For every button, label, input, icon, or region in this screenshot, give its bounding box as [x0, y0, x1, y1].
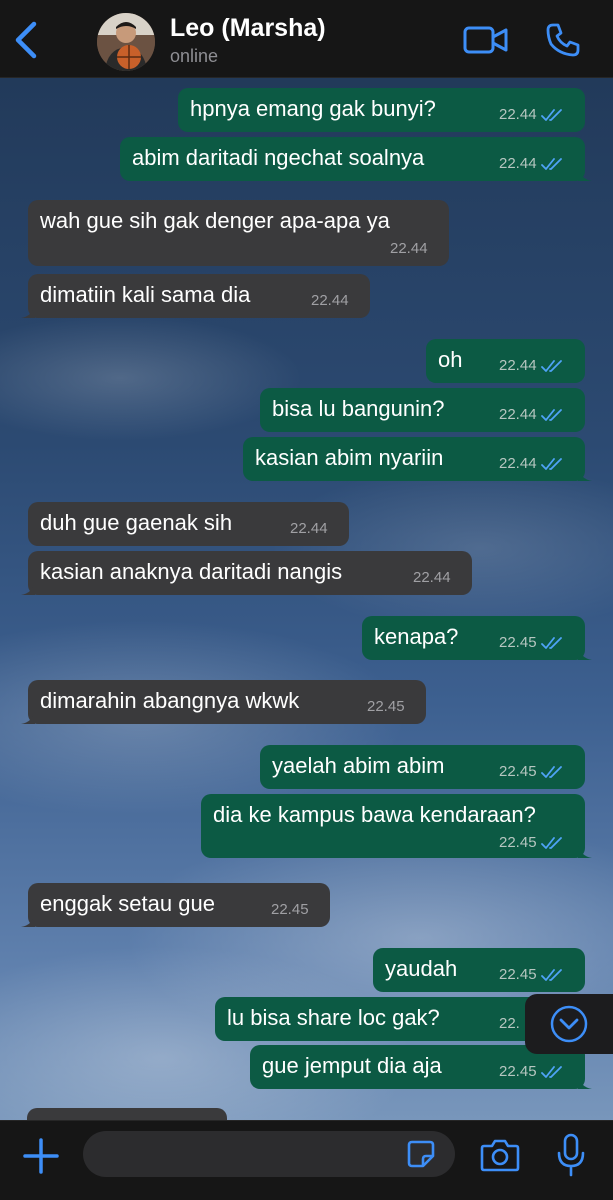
- chat-header: Leo (Marsha) online: [0, 0, 613, 78]
- scroll-to-bottom-button[interactable]: [525, 994, 613, 1054]
- message-time: 22.45: [367, 698, 405, 715]
- bubble-tail: [578, 1075, 592, 1089]
- message-bubble-incoming[interactable]: duh gue gaenak sih 22.44: [28, 502, 349, 546]
- read-receipt-double-tick-icon: [540, 1065, 562, 1078]
- message-bubble-outgoing[interactable]: oh 22.44: [426, 339, 585, 383]
- message-bubble-incoming[interactable]: enggak setau gue 22.45: [21, 883, 330, 927]
- video-call-icon[interactable]: [463, 24, 509, 56]
- read-receipt-double-tick-icon: [540, 359, 562, 372]
- message-input-bar: [0, 1120, 613, 1200]
- message-text: dia ke kampus bawa kendaraan?: [213, 802, 536, 827]
- contact-name[interactable]: Leo (Marsha): [170, 14, 326, 43]
- chat-wallpaper: hpnya emang gak bunyi? 22.44 abim darita…: [0, 78, 613, 1120]
- message-time: 22.44: [499, 107, 563, 122]
- message-time: 22.44: [290, 520, 328, 537]
- chevron-left-icon[interactable]: [10, 20, 44, 60]
- message-bubble-incoming[interactable]: kasian anaknya daritadi nangis 22.44: [21, 551, 472, 595]
- bubble-tail: [21, 304, 35, 318]
- message-text: kasian abim nyariin: [255, 445, 444, 470]
- message-text: bisa lu bangunin?: [272, 396, 445, 421]
- contact-status: online: [170, 46, 219, 66]
- message-bubble-incoming[interactable]: dimarahin abangnya wkwk 22.45: [21, 680, 426, 724]
- message-text: abim daritadi ngechat soalnya: [132, 145, 425, 170]
- message-time: 22.45: [499, 835, 563, 850]
- message-time: 22.44: [311, 292, 349, 309]
- message-text: dimarahin abangnya wkwk: [40, 688, 300, 713]
- bubble-tail: [21, 913, 35, 927]
- message-bubble-outgoing[interactable]: yaudah 22.45: [373, 948, 585, 992]
- bubble-tail: [21, 581, 35, 595]
- message-time: 22.: [499, 1015, 520, 1032]
- message-bubble-outgoing[interactable]: kasian abim nyariin 22.44: [243, 437, 592, 481]
- message-time: 22.44: [499, 456, 563, 471]
- message-time: 22.45: [499, 764, 563, 779]
- microphone-icon[interactable]: [556, 1133, 586, 1177]
- message-text: yaudah: [385, 956, 458, 981]
- message-time: 22.44: [499, 407, 563, 422]
- message-text: wah gue sih gak denger apa-apa ya: [40, 208, 390, 233]
- message-text: enggak setau gue: [40, 891, 215, 916]
- message-text: kenapa?: [374, 624, 459, 649]
- message-text: kasian anaknya daritadi nangis: [40, 559, 343, 584]
- message-text: gue jemput dia aja: [262, 1053, 442, 1078]
- read-receipt-double-tick-icon: [540, 765, 562, 778]
- phone-call-icon[interactable]: [545, 22, 581, 58]
- message-text: hpnya emang gak bunyi?: [190, 96, 436, 121]
- message-time: 22.44: [499, 156, 563, 171]
- message-bubble-outgoing[interactable]: dia ke kampus bawa kendaraan? 22.45: [201, 794, 592, 858]
- message-time: 22.45: [499, 635, 563, 650]
- message-text: dimatiin kali sama dia: [40, 282, 251, 307]
- read-receipt-double-tick-icon: [540, 457, 562, 470]
- message-time: 22.44: [499, 358, 563, 373]
- bubble-tail: [578, 844, 592, 858]
- message-input[interactable]: [83, 1131, 455, 1177]
- message-bubble-outgoing[interactable]: hpnya emang gak bunyi? 22.44: [178, 88, 585, 132]
- read-receipt-double-tick-icon: [540, 408, 562, 421]
- sticker-icon[interactable]: [406, 1139, 436, 1169]
- message-bubble-incoming-partial: [27, 1108, 227, 1120]
- bubble-tail: [578, 467, 592, 481]
- message-text: lu bisa share loc gak?: [227, 1005, 440, 1030]
- message-text: oh: [438, 347, 463, 372]
- read-receipt-double-tick-icon: [540, 157, 562, 170]
- bubble-tail: [21, 710, 35, 724]
- message-time: 22.45: [499, 1064, 563, 1079]
- bubble-tail: [578, 167, 592, 181]
- chevron-down-circle-icon: [550, 1005, 588, 1043]
- plus-icon[interactable]: [22, 1137, 60, 1175]
- message-text: duh gue gaenak sih: [40, 510, 233, 535]
- avatar[interactable]: [97, 13, 155, 71]
- camera-icon[interactable]: [480, 1137, 520, 1173]
- message-bubble-outgoing[interactable]: kenapa? 22.45: [362, 616, 592, 660]
- read-receipt-double-tick-icon: [540, 968, 562, 981]
- message-text: yaelah abim abim: [272, 753, 445, 778]
- message-time: 22.44: [390, 240, 428, 257]
- message-bubble-incoming[interactable]: wah gue sih gak denger apa-apa ya 22.44: [28, 200, 449, 266]
- message-bubble-outgoing[interactable]: abim daritadi ngechat soalnya 22.44: [120, 137, 592, 181]
- read-receipt-double-tick-icon: [540, 108, 562, 121]
- message-bubble-incoming[interactable]: dimatiin kali sama dia 22.44: [21, 274, 370, 318]
- message-time: 22.45: [499, 967, 563, 982]
- read-receipt-double-tick-icon: [540, 836, 562, 849]
- bubble-tail: [578, 646, 592, 660]
- message-bubble-outgoing[interactable]: yaelah abim abim 22.45: [260, 745, 585, 789]
- read-receipt-double-tick-icon: [540, 636, 562, 649]
- message-time: 22.45: [271, 901, 309, 918]
- message-bubble-outgoing[interactable]: bisa lu bangunin? 22.44: [260, 388, 585, 432]
- message-time: 22.44: [413, 569, 451, 586]
